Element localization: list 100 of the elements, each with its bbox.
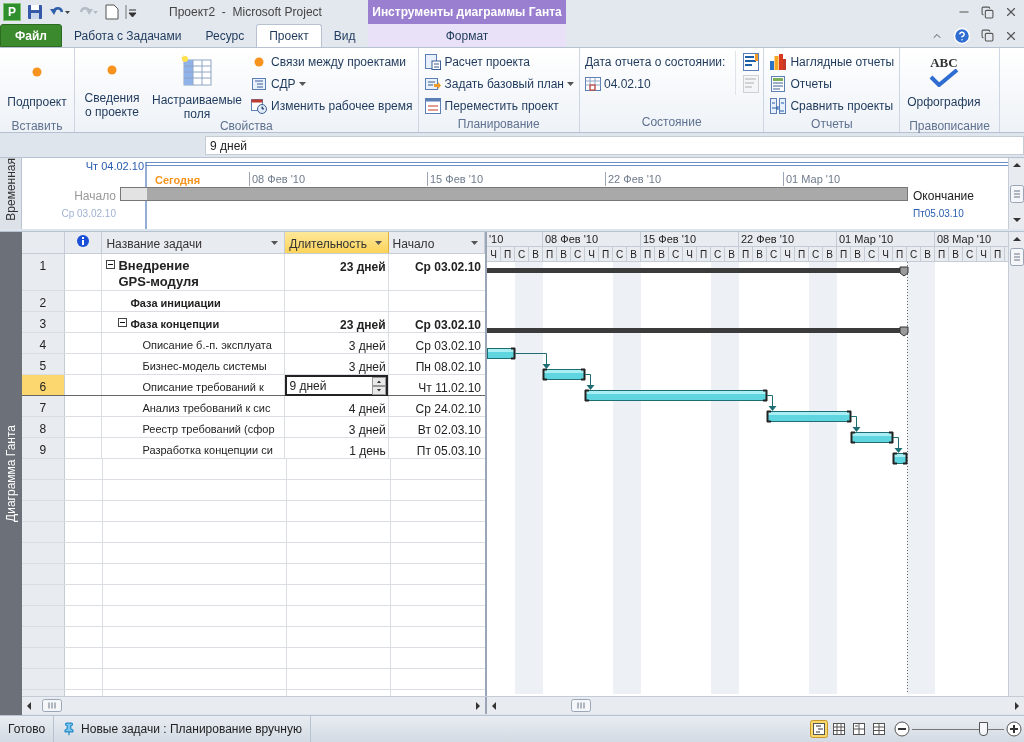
restore-button[interactable] [981,29,994,42]
ribbon-button[interactable]: Задать базовый план [421,73,576,95]
day-header: П [991,246,1005,261]
task-bar [892,452,908,465]
view-button[interactable] [810,720,828,738]
dot-icon [107,65,117,75]
ribbon-button[interactable]: Подпроект [3,51,71,119]
ribbon-button[interactable]: Наглядные отчеты [767,51,897,73]
view-button[interactable] [830,720,848,738]
customize-toolbar-icon[interactable] [125,4,137,20]
ribbon-tab[interactable]: Ресурс [193,24,257,47]
day-header: П [697,246,711,261]
row-number[interactable]: 3 [22,312,65,332]
ribbon-tab[interactable]: Вид [321,24,368,47]
ribbon-button[interactable]: Отчеты [767,73,897,95]
day-header: П [795,246,809,261]
column-header[interactable]: Длительность [285,232,389,253]
baseline-icon [424,76,441,92]
app-icon[interactable]: P [3,3,21,21]
scroll-thumb[interactable] [571,699,591,712]
task-mode-status[interactable]: Новые задачи : Планирование вручную [54,716,311,742]
zoom-slider[interactable] [912,721,1004,737]
row-number[interactable]: 8 [22,417,65,437]
task-start: Ср 03.02.10 [415,338,482,355]
view-button[interactable] [870,720,888,738]
task-name: Описание требований к [142,380,264,395]
timeline-tick-label: 01 Мар '10 [783,172,841,186]
window-title: Проект2 - Microsoft Project [169,4,322,21]
new-document-icon[interactable] [105,4,119,20]
group-label: Планирование [456,117,541,132]
ribbon-button[interactable]: ABC Орфография [903,51,985,119]
row-number[interactable]: 5 [22,354,65,374]
ribbon-button[interactable]: СДР [248,73,415,95]
week-header: 15 Фев '10 [641,232,739,246]
row-number[interactable]: 4 [22,333,65,353]
group-label: Отчеты [810,117,854,132]
zoom-in-button[interactable] [1006,721,1022,737]
day-header: В [753,246,767,261]
duration-field[interactable]: 9 дней [285,375,388,396]
timeline-tick-label: 08 Фев '10 [249,172,305,186]
row-number[interactable]: 9 [22,438,65,458]
row-number[interactable]: 1 [22,254,65,290]
view-button[interactable] [850,720,868,738]
day-header: С [711,246,725,261]
ribbon-tab[interactable]: Файл [0,24,62,47]
ribbon-button[interactable]: Расчет проекта [421,51,576,73]
ribbon-button[interactable]: Сравнить проекты [767,95,897,117]
spinner-icon[interactable] [371,376,386,395]
task-start: Ср 24.02.10 [415,401,482,418]
task-duration: 3 дней [348,359,387,376]
ribbon-tab[interactable]: Работа с Задачами [62,24,194,47]
task-duration: 4 дней [348,401,387,418]
scroll-thumb[interactable] [1009,248,1024,266]
task-start: Ср 03.02.10 [414,317,482,334]
task-name: Описание б.-п. эксплуата [142,338,272,353]
dropdown-caret-icon [298,82,306,86]
save-icon[interactable] [27,4,43,20]
entry-field[interactable]: 9 дней [205,136,1024,155]
day-header: П [599,246,613,261]
day-header: В [655,246,669,261]
day-header: Ч [977,246,991,261]
help-icon[interactable] [953,26,971,45]
row-number[interactable]: 2 [22,291,65,311]
group-label: Вставить [10,119,64,134]
day-header: В [557,246,571,261]
restore-button[interactable] [981,5,994,19]
row-number[interactable]: 7 [22,396,65,416]
task-name: Внедрение GPS-модуля [118,258,200,290]
task-name: Разработка концепции си [142,443,273,458]
day-header: С [865,246,879,261]
ribbon-button[interactable]: Переместить проект [421,95,576,117]
ribbon-tab[interactable]: Формат [368,24,566,47]
day-header: П [837,246,851,261]
collapse-toggle[interactable] [106,260,116,269]
day-header: Ч [683,246,697,261]
close-button[interactable] [1004,5,1018,19]
status-date-button[interactable]: 04.02.10 [582,73,728,95]
day-header: П [739,246,753,261]
task-start: Вт 02.03.10 [417,422,482,439]
group-label: Свойства [218,119,274,134]
scroll-thumb[interactable] [42,699,62,712]
today-label: Сегодня [155,173,201,188]
day-header: В [823,246,837,261]
move-icon [424,98,441,114]
day-header: Ч [487,246,501,261]
collapse-toggle[interactable] [118,318,128,327]
timeline-start-label: Начало [74,188,116,205]
ribbon-tab[interactable]: Проект [256,24,322,47]
timeline-label: Временная [2,158,19,221]
timeline-finish-date: Пт05.03.10 [913,207,964,221]
task-bar [850,431,894,444]
ribbon-button[interactable]: Сведения о проекте [78,51,146,119]
ribbon-button[interactable]: Связи между проектами [248,51,415,73]
document-icon[interactable] [742,53,761,71]
row-number[interactable]: 6 [22,375,65,395]
zoom-out-button[interactable] [894,721,910,737]
task-bar [542,368,586,381]
scroll-thumb[interactable] [1009,184,1024,203]
ribbon-button[interactable]: Настраиваемые поля [148,51,247,119]
ribbon-button[interactable]: Изменить рабочее время [248,95,415,117]
